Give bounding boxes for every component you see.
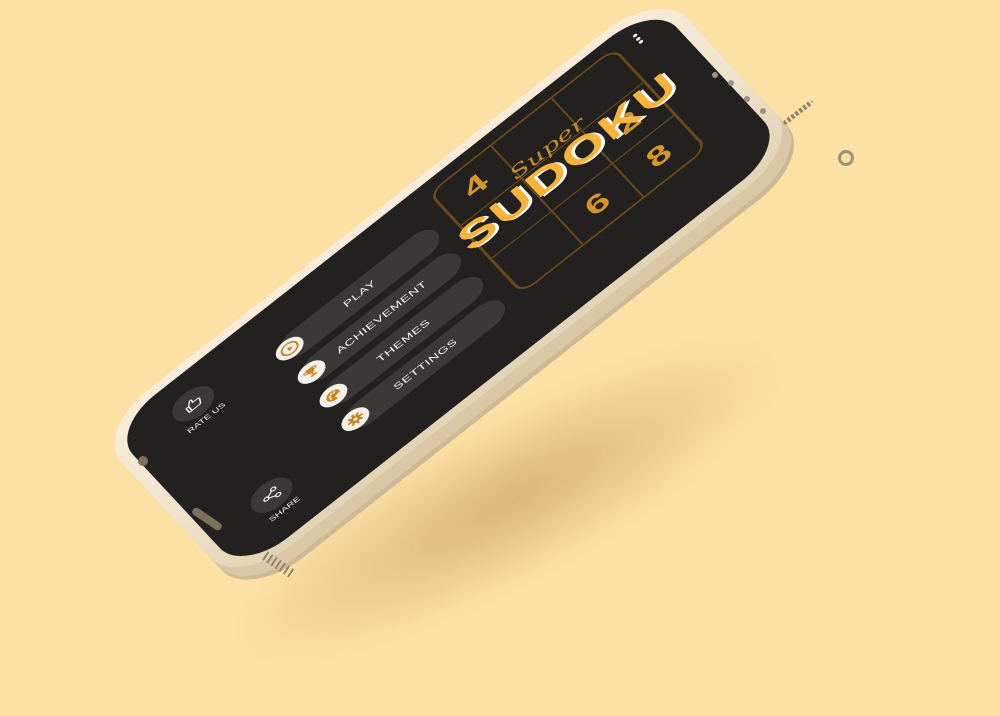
gear-icon <box>336 402 375 436</box>
rate-icon-wrap <box>165 379 222 429</box>
palette-icon <box>314 379 353 413</box>
share-icon <box>263 486 282 502</box>
sensor-dot <box>744 96 750 102</box>
earpiece-grille <box>782 99 814 126</box>
trophy-icon <box>292 355 331 389</box>
headphone-jack <box>138 456 148 466</box>
front-camera <box>838 150 854 166</box>
thumbs-up-icon <box>185 397 202 414</box>
share-button[interactable]: SHARE <box>235 464 314 534</box>
dot <box>637 39 644 45</box>
more-vertical-icon[interactable] <box>631 33 644 45</box>
play-icon <box>271 332 309 366</box>
sensor-dot <box>728 80 734 86</box>
sensor-dot <box>760 108 766 114</box>
share-icon-wrap <box>243 470 300 520</box>
scene: 4 2 6 8 Super SUDOKU PLAY ACHIEVEMENT TH… <box>0 0 1000 716</box>
play-label: PLAY <box>341 278 379 310</box>
sensor-dot <box>712 72 718 78</box>
app-logo: 4 2 6 8 Super SUDOKU <box>427 47 709 295</box>
